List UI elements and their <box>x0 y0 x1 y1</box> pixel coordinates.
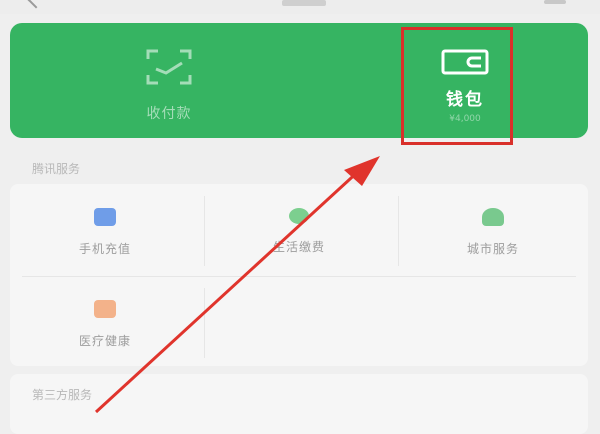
grid-divider <box>398 196 399 266</box>
service-label: 医疗健康 <box>78 334 131 348</box>
page-title <box>282 0 326 6</box>
service-life-payment[interactable]: 生活缴费 <box>204 186 394 274</box>
scan-pay-button[interactable]: 收付款 <box>94 23 244 138</box>
top-bar <box>0 0 600 14</box>
more-icon[interactable] <box>544 0 566 4</box>
grid-divider <box>204 196 205 266</box>
life-payment-icon <box>289 208 309 224</box>
service-city[interactable]: 城市服务 <box>398 186 588 274</box>
wallet-highlight-box <box>401 27 513 145</box>
phone-recharge-icon <box>94 208 116 226</box>
grid-divider <box>204 288 205 358</box>
back-icon[interactable] <box>27 0 45 9</box>
scan-icon <box>144 47 194 87</box>
service-label: 生活缴费 <box>272 240 325 254</box>
service-label: 手机充值 <box>78 242 131 256</box>
services-section-title: 腾讯服务 <box>32 162 81 176</box>
city-service-icon <box>482 208 504 226</box>
services-grid: 手机充值 生活缴费 城市服务 医疗健康 <box>10 184 588 366</box>
service-health[interactable]: 医疗健康 <box>10 278 200 366</box>
grid-divider <box>22 276 576 277</box>
health-icon <box>94 300 116 318</box>
scan-pay-label: 收付款 <box>146 106 192 122</box>
service-phone-recharge[interactable]: 手机充值 <box>10 186 200 274</box>
third-party-card <box>10 374 588 434</box>
service-label: 城市服务 <box>466 242 519 256</box>
third-party-section-title: 第三方服务 <box>32 388 93 402</box>
annotation-arrow-head <box>344 156 380 186</box>
